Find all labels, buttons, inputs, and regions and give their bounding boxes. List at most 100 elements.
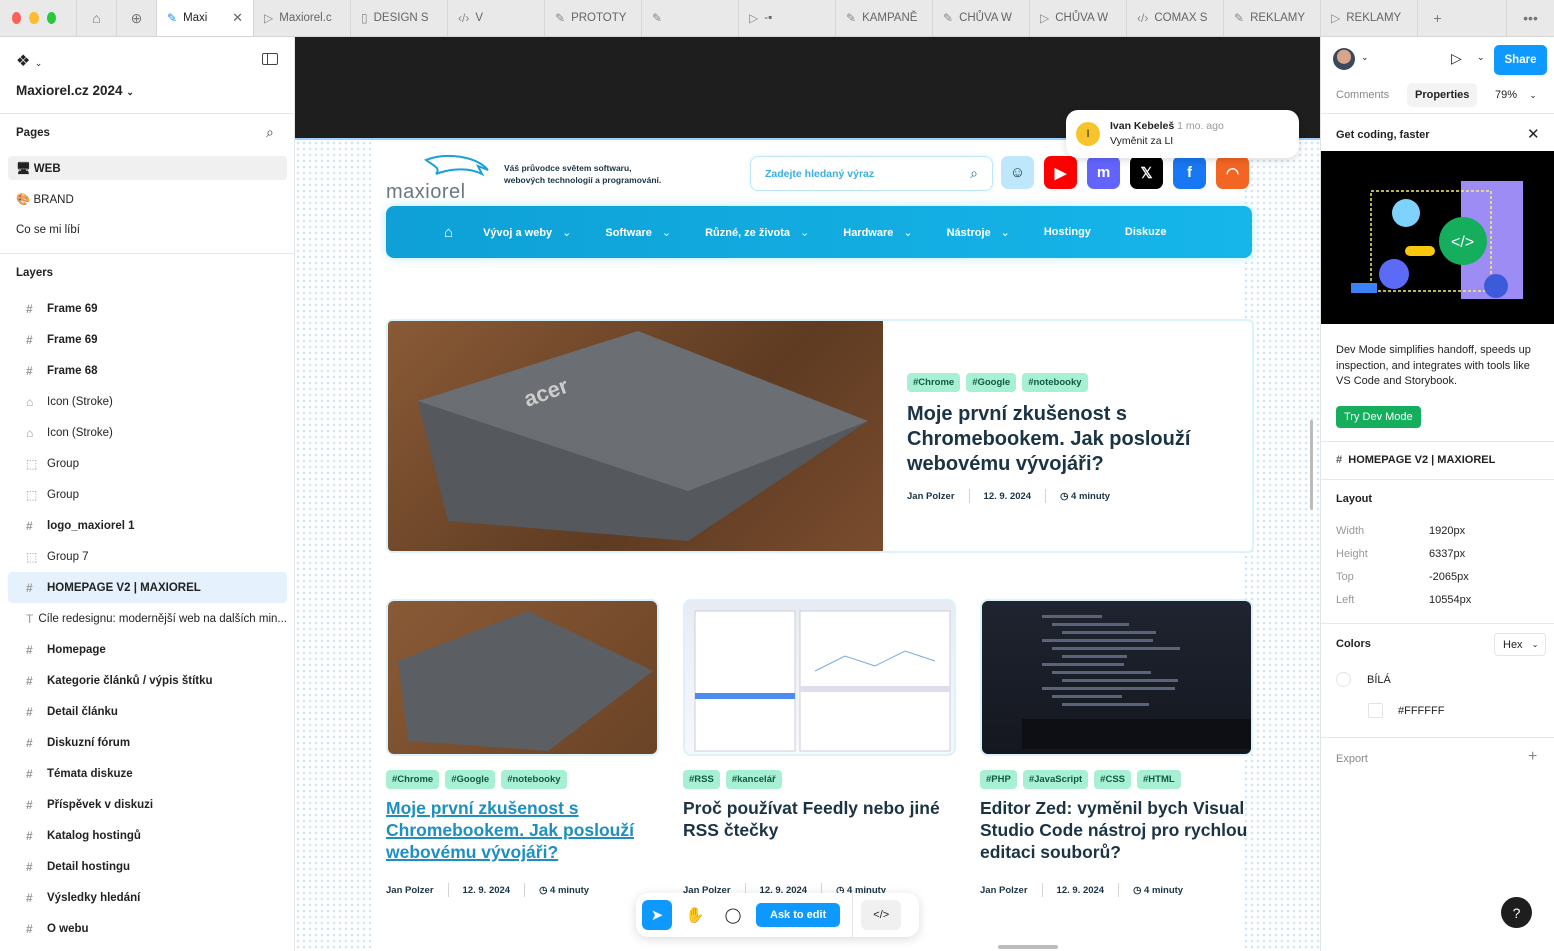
layer-item[interactable]: # Témata diskuze (8, 758, 287, 789)
ask-to-edit-button[interactable]: Ask to edit (756, 903, 841, 927)
file-tab[interactable]: ▯ DESIGN S (350, 0, 447, 36)
article-title[interactable]: Editor Zed: vyměnil bych Visual Studio C… (980, 797, 1253, 881)
rss-icon[interactable]: ◠ (1216, 156, 1249, 189)
add-export-icon[interactable]: + (1528, 748, 1537, 766)
article-title[interactable]: Moje první zkušenost s Chromebookem. Jak… (386, 797, 659, 881)
tag-chip[interactable]: #notebooky (1022, 373, 1088, 392)
article-card[interactable]: #RSS #kancelář Proč používat Feedly nebo j… (683, 599, 956, 899)
file-name[interactable]: Maxiorel.cz 2024 ⌄ (16, 83, 134, 98)
layer-item[interactable]: ⬚ Group (8, 448, 287, 479)
layer-item[interactable]: # logo_maxiorel 1 (8, 510, 287, 541)
page-item[interactable]: 🖥 WEB (8, 156, 287, 180)
article-card[interactable]: #PHP #JavaScript #CSS #HTML Editor Zed: vymě… (980, 599, 1253, 899)
share-button[interactable]: Share (1494, 45, 1547, 75)
layer-item[interactable]: # Detail hostingu (8, 851, 287, 882)
nav-item[interactable]: Diskuze (1125, 226, 1167, 239)
tag-chip[interactable]: #CSS (1094, 770, 1131, 789)
mastodon-icon[interactable]: m (1087, 156, 1120, 189)
layer-item[interactable]: ⌂ Icon (Stroke) (8, 417, 287, 448)
tag-chip[interactable]: #PHP (980, 770, 1017, 789)
figma-menu-icon[interactable]: ❖ ⌄ (16, 51, 42, 71)
layer-item[interactable]: # Frame 68 (8, 355, 287, 386)
user-account-icon[interactable]: ☺ (1001, 156, 1034, 189)
nav-item[interactable]: Nástroje ⌄ (947, 226, 1010, 239)
new-tab-button[interactable]: + (1417, 0, 1457, 36)
layer-item[interactable]: T Cíle redesignu: modernější web na další… (8, 603, 287, 634)
layer-item[interactable]: # HOMEPAGE V2 | MAXIOREL (8, 572, 287, 603)
tag-chip[interactable]: #RSS (683, 770, 720, 789)
close-window-button[interactable] (12, 12, 22, 24)
article-card[interactable]: #Chrome #Google #notebooky Moje první zkuše… (386, 599, 659, 899)
chevron-down-icon[interactable]: ⌄ (1361, 52, 1369, 63)
tag-chip[interactable]: #Google (966, 373, 1017, 392)
youtube-icon[interactable]: ▶ (1044, 156, 1077, 189)
layer-item[interactable]: ⬚ Group (8, 479, 287, 510)
nav-item[interactable]: Hardware ⌄ (843, 226, 912, 239)
nav-item[interactable]: Různé, ze života ⌄ (705, 226, 809, 239)
color-hex-value[interactable]: #FFFFFF (1398, 705, 1444, 717)
layer-item[interactable]: # Frame 69 (8, 324, 287, 355)
file-tab[interactable]: ▷ REKLAMY (1320, 0, 1417, 36)
color-swatch[interactable] (1368, 703, 1383, 718)
minimize-window-button[interactable] (29, 12, 39, 24)
file-tab[interactable]: ▷ CHŮVA W (1029, 0, 1126, 36)
file-tab[interactable]: ✎ CHŮVA W (932, 0, 1029, 36)
globe-icon[interactable]: ⊕ (116, 0, 156, 36)
site-search-input[interactable]: Zadejte hledaný výraz ⌕ (750, 156, 993, 191)
layer-item[interactable]: # O webu (8, 913, 287, 944)
nav-home-icon[interactable]: ⌂ (444, 224, 453, 241)
layer-item[interactable]: # Homepage (8, 634, 287, 665)
zoom-level[interactable]: 79% ⌄ (1495, 89, 1537, 101)
user-avatar[interactable] (1333, 48, 1355, 70)
layer-item[interactable]: # Frame 69 (8, 293, 287, 324)
color-style-swatch[interactable] (1336, 672, 1351, 687)
layer-item[interactable]: # Detail článku (8, 696, 287, 727)
file-tab[interactable]: ✎ (641, 0, 738, 36)
tag-chip[interactable]: #kancelář (725, 770, 782, 789)
comment-tool-icon[interactable]: ◯ (718, 900, 748, 930)
color-format-select[interactable]: Hex ⌄ (1494, 633, 1546, 656)
page-item[interactable]: Co se mi líbí (8, 218, 287, 242)
canvas-horizontal-scrollbar[interactable] (998, 945, 1058, 949)
more-menu-button[interactable]: ••• (1506, 0, 1554, 36)
comment-bubble[interactable]: I Ivan Kebeleš 1 mo. ago Vyměnit za LI (1066, 110, 1299, 158)
file-tab[interactable]: ✎ KAMPANĚ (835, 0, 932, 36)
tag-chip[interactable]: #Google (445, 770, 496, 789)
hand-tool-icon[interactable]: ✋ (680, 900, 710, 930)
frame-homepage-v2[interactable]: maxiorel Váš průvodce světem softwaru, we… (295, 138, 1320, 951)
close-tab-icon[interactable]: ✕ (232, 10, 243, 26)
tab-comments[interactable]: Comments (1336, 89, 1389, 101)
layer-item[interactable]: # Příspěvek v diskuzi (8, 789, 287, 820)
tag-chip[interactable]: #notebooky (501, 770, 567, 789)
file-tab[interactable]: ▷ -▪ (738, 0, 835, 36)
dev-mode-toggle-icon[interactable]: </> (861, 900, 902, 930)
layer-item[interactable]: # Diskuzní fórum (8, 727, 287, 758)
file-tab[interactable]: ‹/› COMAX S (1126, 0, 1223, 36)
layer-item[interactable]: # Katalog hostingů (8, 820, 287, 851)
file-tab[interactable]: ‹/› V (447, 0, 544, 36)
close-icon[interactable]: ✕ (1527, 125, 1540, 143)
file-tab[interactable]: ✎ Maxi ✕ (156, 0, 253, 36)
nav-item[interactable]: Software ⌄ (605, 226, 671, 239)
file-tab[interactable]: ✎ PROTOTY (544, 0, 641, 36)
featured-article[interactable]: acer #Chrome #Google #notebooky Moje první… (386, 319, 1254, 553)
layer-item[interactable]: ⌂ Icon (Stroke) (8, 386, 287, 417)
file-tab[interactable]: ▷ Maxiorel.c (253, 0, 350, 36)
layer-item[interactable]: # Kategorie článků / výpis štítku (8, 665, 287, 696)
chevron-down-icon[interactable]: ⌄ (1477, 52, 1485, 63)
search-icon[interactable]: ⌕ (266, 124, 274, 141)
layer-item[interactable]: ⬚ Group 7 (8, 541, 287, 572)
page-item[interactable]: 🎨 BRAND (8, 187, 287, 211)
tab-properties[interactable]: Properties (1407, 83, 1478, 107)
move-tool-icon[interactable]: ➤ (642, 900, 672, 930)
tag-chip[interactable]: #Chrome (386, 770, 440, 789)
featured-title[interactable]: Moje první zkušenost s Chromebookem. Jak… (907, 402, 1217, 477)
toggle-sidebar-icon[interactable] (262, 53, 278, 65)
file-tab[interactable]: ✎ REKLAMY (1223, 0, 1320, 36)
canvas[interactable]: maxiorel Váš průvodce světem softwaru, we… (295, 37, 1320, 951)
article-title[interactable]: Proč používat Feedly nebo jiné RSS čtečk… (683, 797, 956, 881)
nav-item[interactable]: Hostingy (1044, 226, 1091, 239)
nav-item[interactable]: Vývoj a weby ⌄ (483, 226, 571, 239)
tag-chip[interactable]: #Chrome (907, 373, 961, 392)
canvas-vertical-scrollbar[interactable] (1310, 420, 1313, 510)
